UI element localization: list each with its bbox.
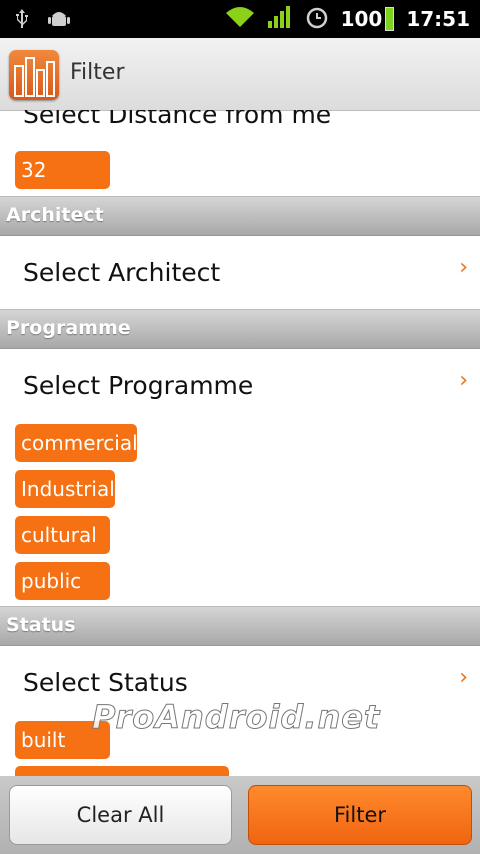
clock: 17:51 (406, 7, 470, 31)
wifi-icon (225, 5, 255, 33)
distance-selector[interactable]: Select Distance from me › (0, 110, 480, 150)
chevron-right-icon: › (459, 665, 468, 690)
section-header-status: Status (0, 606, 480, 646)
bottom-button-bar: Clear All Filter (0, 776, 480, 854)
watermark-text: ProAndroid.net (91, 698, 381, 737)
usb-icon (14, 7, 30, 35)
programme-selector[interactable]: Select Programme › (0, 348, 480, 423)
distance-value-chip[interactable]: 32 (15, 151, 110, 189)
filter-list[interactable]: Select Distance from me › 32 Architect S… (0, 110, 480, 776)
programme-selector-label: Select Programme (23, 371, 254, 400)
architect-selector-label: Select Architect (23, 258, 221, 287)
city-buildings-logo[interactable] (9, 50, 59, 100)
status-bar: 100 17:51 (0, 0, 480, 38)
architect-selector[interactable]: Select Architect › (0, 235, 480, 310)
section-header-label: Architect (6, 204, 104, 226)
section-header-label: Status (6, 614, 76, 636)
status-chip-partial[interactable] (15, 766, 229, 776)
section-header-architect: Architect (0, 196, 480, 236)
clear-all-button[interactable]: Clear All (9, 785, 232, 845)
programme-chip-cultural[interactable]: cultural (15, 516, 110, 554)
chevron-right-icon: › (459, 368, 468, 393)
alarm-icon (305, 5, 329, 33)
section-header-label: Programme (6, 317, 131, 339)
section-header-programme: Programme (0, 309, 480, 349)
battery-icon (385, 7, 395, 31)
signal-icon (267, 5, 293, 33)
programme-chip-commercial[interactable]: commercial (15, 424, 138, 462)
chevron-right-icon: › (459, 255, 468, 280)
android-debug-icon (48, 8, 70, 34)
page-title: Filter (70, 60, 125, 85)
distance-selector-label: Select Distance from me (23, 110, 332, 129)
status-selector-label: Select Status (23, 668, 188, 697)
programme-chip-industrial[interactable]: Industrial (15, 470, 115, 508)
action-bar: Filter (0, 38, 480, 111)
filter-button[interactable]: Filter (248, 785, 472, 845)
chevron-right-icon: › (459, 110, 468, 115)
programme-chip-public[interactable]: public (15, 562, 110, 600)
battery-level: 100 (340, 7, 383, 31)
